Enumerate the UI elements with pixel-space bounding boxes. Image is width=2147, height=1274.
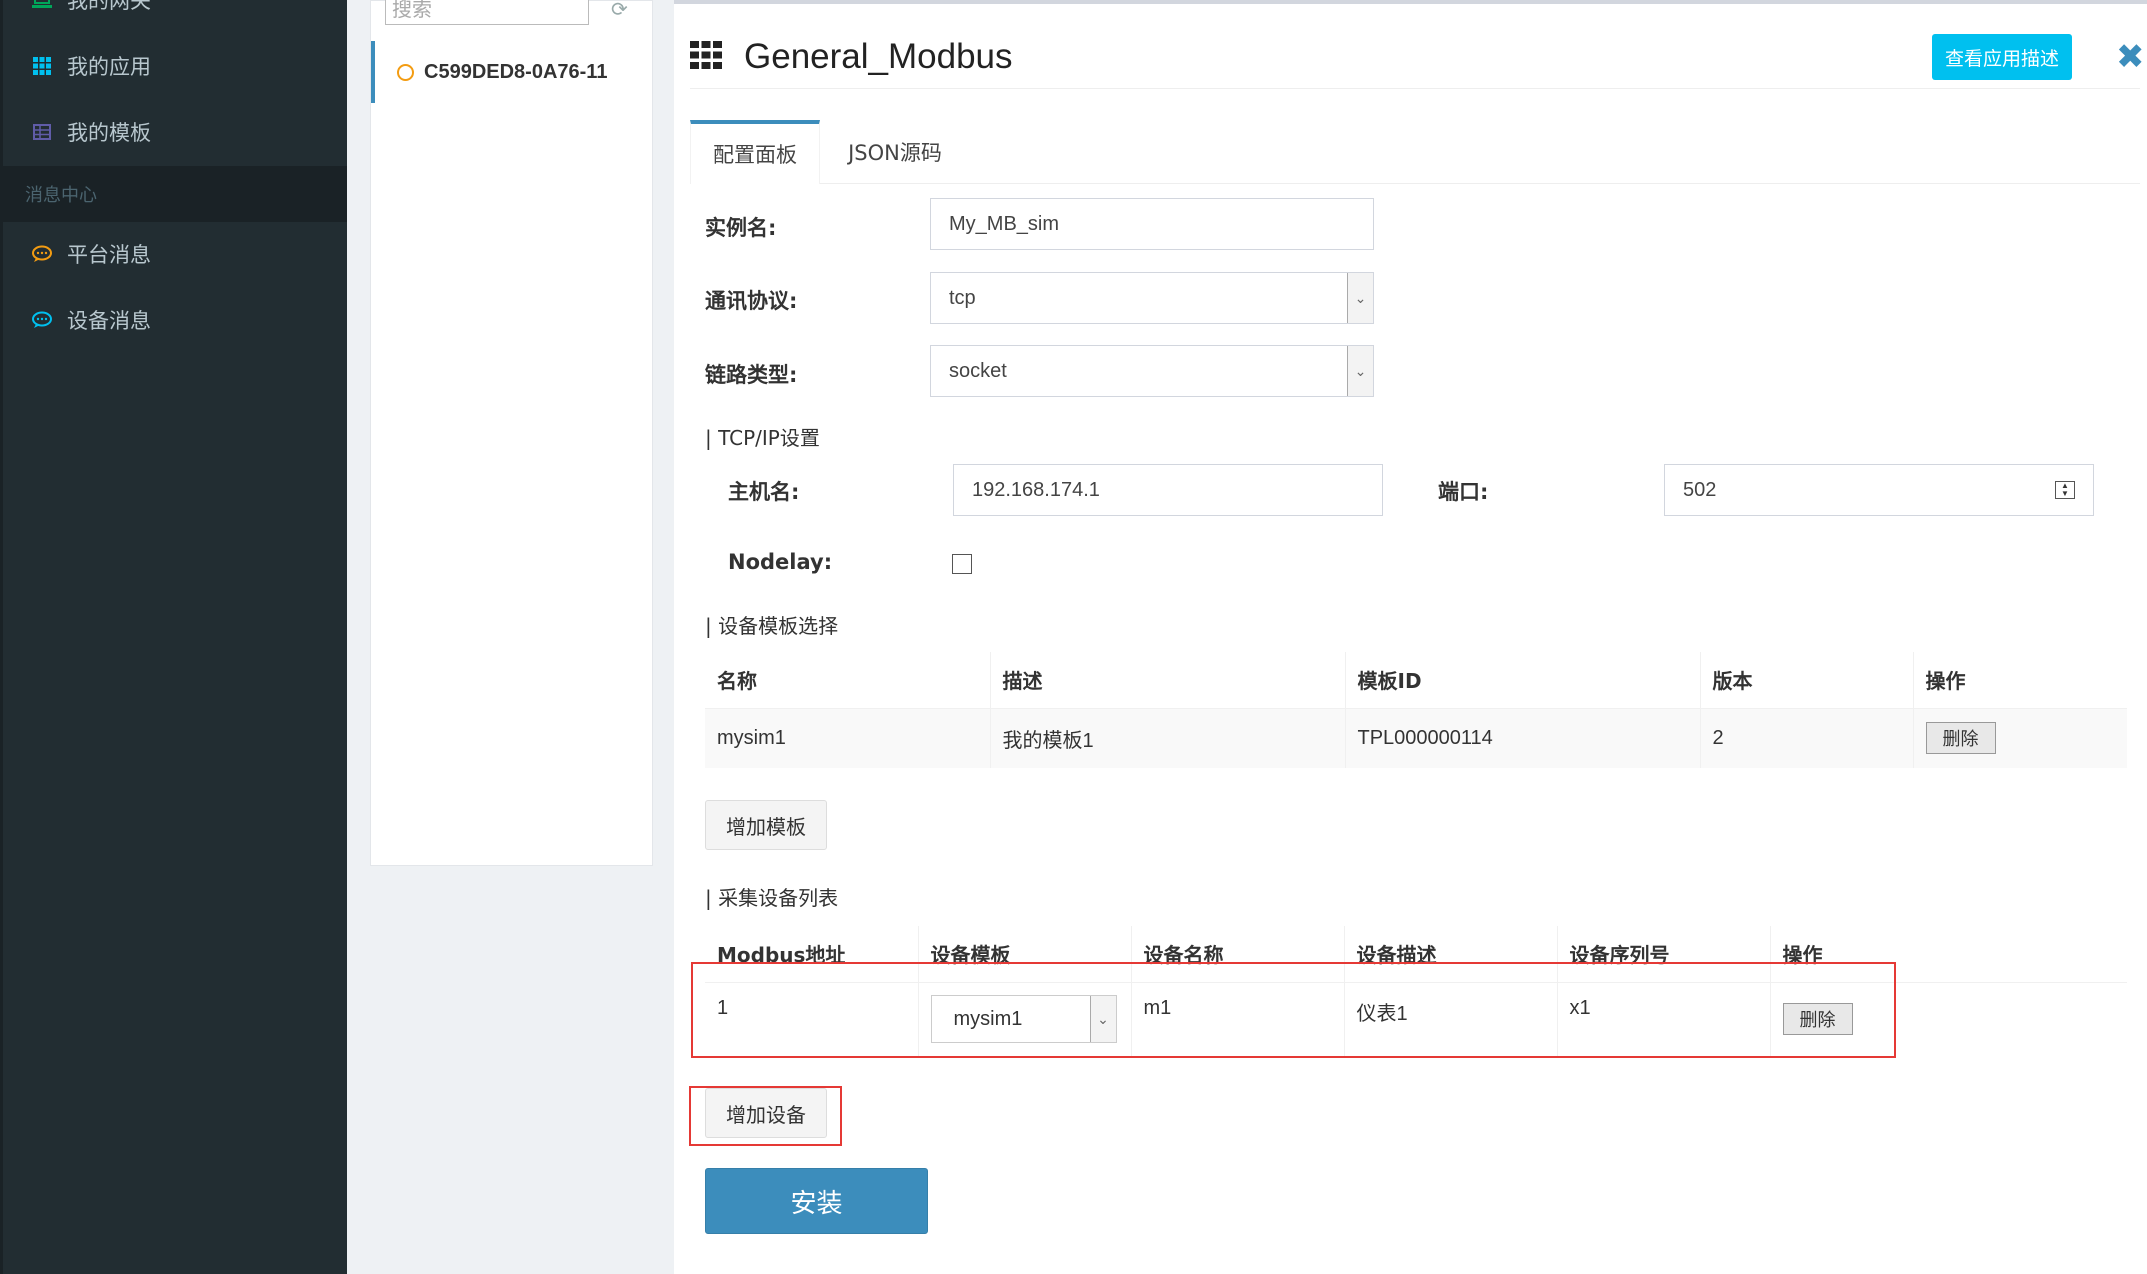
column-header: 版本 [1699, 652, 1913, 709]
table-icon [31, 121, 53, 143]
nodelay-label: Nodelay: [728, 550, 833, 574]
column-header: 模板ID [1344, 652, 1700, 709]
sidebar-item-label: 我的应用 [67, 55, 151, 79]
template-id-cell: TPL000000114 [1344, 708, 1700, 768]
tab-bar: 配置面板 JSON源码 [690, 120, 2140, 184]
chevron-down-icon: ⌄ [1347, 273, 1373, 323]
close-icon[interactable]: ✖ [2116, 40, 2145, 74]
delete-template-button[interactable]: 删除 [1925, 722, 1996, 755]
apps-grid-icon [690, 41, 722, 73]
add-template-button[interactable]: 增加模板 [705, 800, 827, 850]
tcp-section-title: | TCP/IP设置 [705, 426, 820, 450]
divider [690, 88, 2140, 89]
number-spinner-icon[interactable]: ▲ ▼ [2055, 481, 2075, 499]
link-type-label: 链路类型: [705, 363, 798, 387]
comments-icon [31, 309, 53, 331]
device-section-title: | 采集设备列表 [705, 886, 839, 910]
sidebar-item-my-apps[interactable]: 我的应用 [3, 36, 347, 96]
page-title: General_Modbus [744, 37, 1013, 76]
tab-config-panel[interactable]: 配置面板 [690, 120, 820, 184]
sidebar: 我的网关 我的应用 我的模板 消息中心 平台消息 设备消息 [0, 0, 347, 1274]
gateway-list-panel: 搜索 ⟳ C599DED8-0A76-11 [370, 0, 653, 866]
port-input[interactable]: 502 ▲ ▼ [1664, 464, 2094, 516]
sidebar-item-my-templates[interactable]: 我的模板 [3, 102, 347, 162]
sidebar-item-device-messages[interactable]: 设备消息 [3, 290, 347, 350]
link-type-select[interactable]: socket ⌄ [930, 345, 1374, 397]
sidebar-item-label: 设备消息 [67, 309, 151, 333]
gateway-list-item[interactable]: C599DED8-0A76-11 [371, 41, 652, 103]
protocol-select[interactable]: tcp ⌄ [930, 272, 1374, 324]
laptop-icon [31, 0, 53, 11]
protocol-label: 通讯协议: [705, 289, 798, 313]
instance-name-label: 实例名: [705, 216, 777, 240]
table-row: mysim1 我的模板1 TPL000000114 2 删除 [705, 708, 2127, 768]
app-config-panel: General_Modbus 查看应用描述 ✖ 配置面板 JSON源码 实例名:… [674, 0, 2147, 1274]
protocol-value: tcp [949, 286, 976, 309]
nodelay-checkbox[interactable] [952, 554, 972, 574]
sidebar-item-label: 我的网关 [67, 0, 151, 13]
sidebar-item-platform-messages[interactable]: 平台消息 [3, 224, 347, 284]
comment-icon [31, 243, 53, 265]
template-action-cell: 删除 [1912, 708, 2127, 768]
column-header: 描述 [989, 652, 1345, 709]
column-header: 操作 [1912, 652, 2127, 709]
template-desc-cell: 我的模板1 [989, 708, 1345, 768]
view-app-description-button[interactable]: 查看应用描述 [1932, 34, 2072, 80]
template-name-cell: mysim1 [717, 726, 786, 749]
sidebar-item-my-gateway[interactable]: 我的网关 [3, 0, 347, 30]
highlight-box [691, 962, 1896, 1058]
host-input[interactable]: 192.168.174.1 [953, 464, 1383, 516]
chevron-down-icon: ⌄ [1347, 346, 1373, 396]
install-button[interactable]: 安装 [705, 1168, 928, 1234]
tab-json-source[interactable]: JSON源码 [820, 120, 970, 184]
instance-name-input[interactable]: My_MB_sim [930, 198, 1374, 250]
refresh-icon[interactable]: ⟳ [611, 0, 628, 21]
column-header: 名称 [705, 652, 990, 709]
sidebar-item-label: 我的模板 [67, 121, 151, 145]
status-circle-icon [397, 63, 414, 81]
gateway-id: C599DED8-0A76-11 [424, 60, 608, 83]
page-header: General_Modbus [690, 32, 1013, 82]
host-label: 主机名: [728, 480, 800, 504]
grid-icon [31, 55, 53, 77]
highlight-box [689, 1086, 842, 1146]
port-label: 端口: [1438, 480, 1489, 504]
sidebar-section-header: 消息中心 [3, 166, 347, 222]
link-type-value: socket [949, 359, 1007, 382]
sidebar-item-label: 平台消息 [67, 243, 151, 267]
search-input[interactable]: 搜索 [385, 0, 589, 25]
template-table: 名称 描述 模板ID 版本 操作 mysim1 我的模板1 TPL0000001… [705, 652, 2127, 768]
port-value: 502 [1683, 478, 1717, 501]
template-version-cell: 2 [1699, 708, 1913, 768]
template-section-title: | 设备模板选择 [705, 614, 839, 638]
